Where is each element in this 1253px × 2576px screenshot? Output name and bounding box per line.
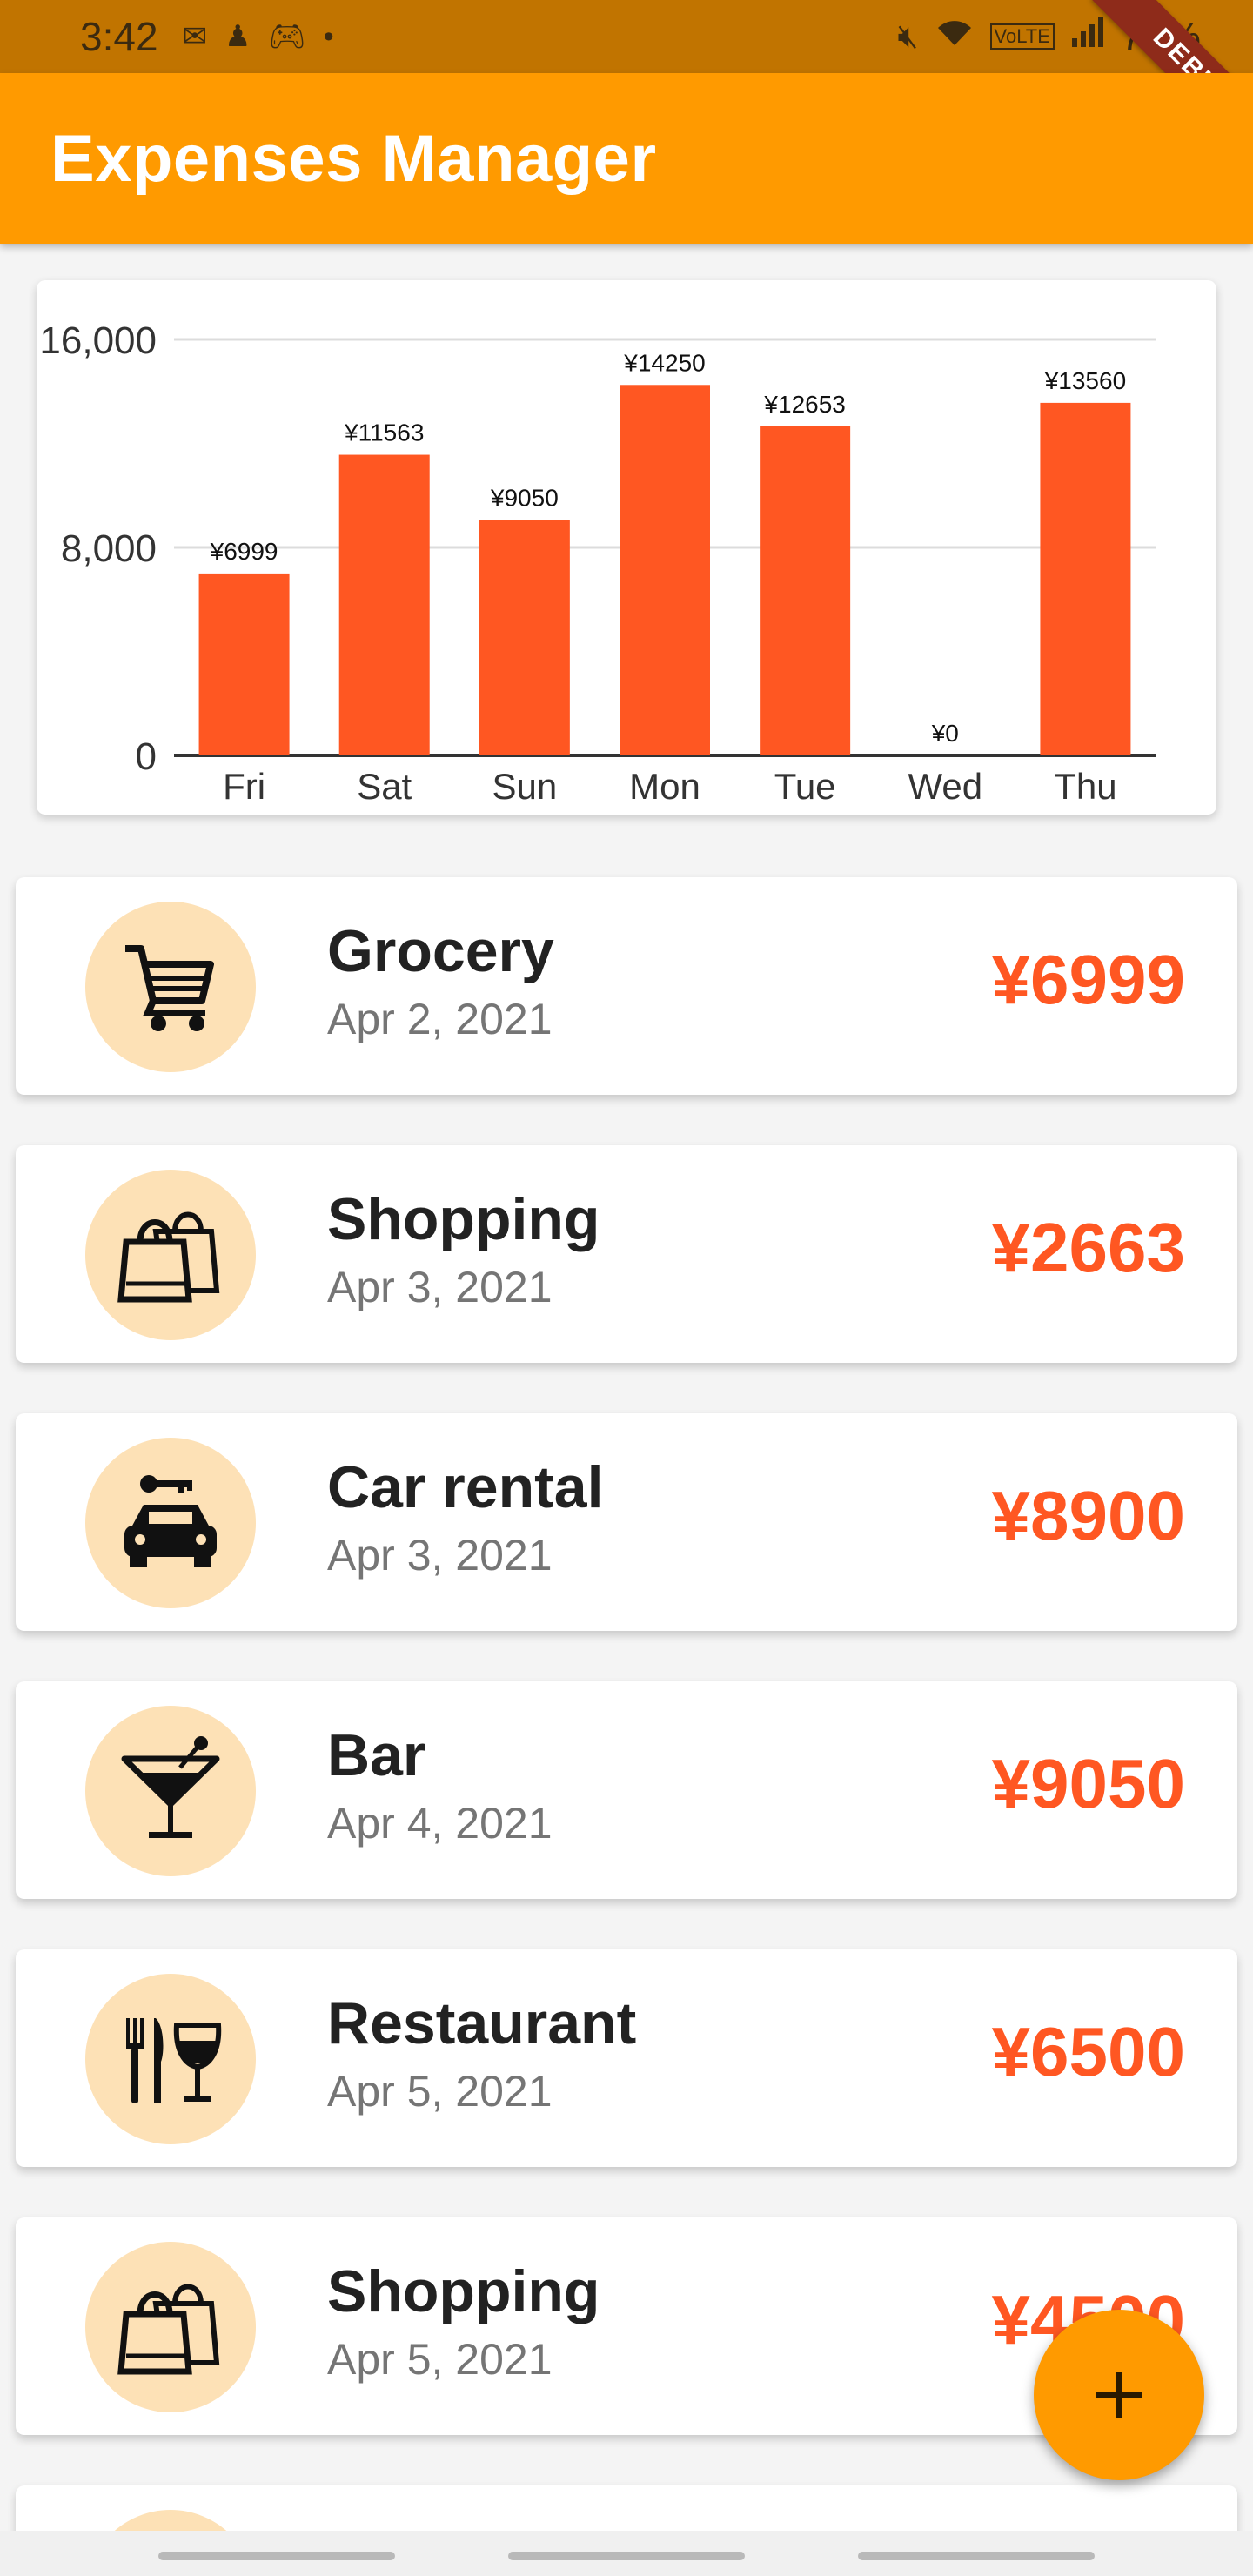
app-notification-icon: ♟ [224, 20, 251, 53]
expense-amount: ¥2663 [991, 1209, 1185, 1286]
bar-fri [198, 573, 290, 755]
nav-recents-button[interactable] [158, 2552, 395, 2560]
bar-data-label: ¥12653 [763, 391, 845, 418]
expense-date: Apr 2, 2021 [327, 995, 553, 1043]
expense-card[interactable]: Restaurant Apr 5, 2021 ¥6500 [16, 1949, 1237, 2167]
expense-title: Bar [327, 1722, 426, 1788]
app-bar: Expenses Manager [0, 73, 1253, 244]
bar-data-label: ¥13560 [1044, 367, 1126, 394]
x-tick-label: Sat [357, 766, 412, 807]
bar-tue [760, 426, 851, 755]
app-title: Expenses Manager [50, 121, 657, 196]
expense-date: Apr 5, 2021 [327, 2067, 553, 2116]
expense-title: Restaurant [327, 1990, 637, 2056]
signal-icon [1070, 16, 1105, 57]
expense-date: Apr 3, 2021 [327, 1263, 553, 1311]
x-tick-label: Sun [492, 766, 557, 807]
bar-data-label: ¥9050 [490, 485, 559, 512]
expense-category-avatar [85, 1170, 256, 1340]
game-notification-icon: 🎮︎ [268, 20, 306, 53]
system-navigation-bar [0, 2531, 1253, 2576]
expense-amount: ¥6500 [991, 2013, 1185, 2090]
expense-title: Car rental [327, 1454, 604, 1520]
more-notifications-icon: • [323, 19, 334, 53]
restaurant-icon [114, 2001, 227, 2118]
status-time: 3:42 [80, 14, 158, 59]
x-tick-label: Mon [629, 766, 700, 807]
bar-sun [479, 520, 570, 755]
bar-thu [1040, 402, 1131, 755]
bar-chart: 0 8,000 16,000 ¥6999 Fri ¥11563 Sat ¥9050 Sun ¥14… [39, 319, 1156, 807]
status-bar: 3:42 ✉ ♟ 🎮︎ • 🔇︎ VoLTE 70% [0, 0, 1253, 73]
expense-amount: ¥6999 [991, 941, 1185, 1018]
expense-category-avatar [85, 1438, 256, 1608]
shopping-bags-icon [114, 2269, 227, 2386]
bar-sat [338, 454, 430, 755]
notification-icons: ✉ ♟ 🎮︎ • [183, 19, 334, 54]
expense-amount: ¥9050 [991, 1745, 1185, 1822]
bar-data-label: ¥0 [931, 720, 959, 747]
nav-back-button[interactable] [858, 2552, 1095, 2560]
bar-data-label: ¥14250 [623, 349, 705, 376]
y-tick-label: 16,000 [39, 319, 157, 362]
x-tick-label: Wed [908, 766, 982, 807]
expense-title: Shopping [327, 2258, 600, 2324]
expense-date: Apr 3, 2021 [327, 1531, 553, 1580]
add-expense-button[interactable] [1034, 2310, 1204, 2480]
expense-card[interactable]: Bar Apr 4, 2021 ¥9050 [16, 1681, 1237, 1899]
expense-title: Shopping [327, 1186, 600, 1252]
bar-mon [620, 385, 710, 755]
bar-data-label: ¥11563 [344, 419, 424, 446]
expense-date: Apr 5, 2021 [327, 2335, 553, 2384]
expense-date: Apr 4, 2021 [327, 1799, 553, 1848]
mail-notification-icon: ✉ [182, 20, 208, 53]
expense-title: Grocery [327, 918, 554, 984]
expense-card[interactable]: Shopping Apr 3, 2021 ¥2663 [16, 1145, 1237, 1363]
expense-card[interactable]: Grocery Apr 2, 2021 ¥6999 [16, 877, 1237, 1095]
cocktail-icon [114, 1733, 227, 1850]
expense-category-avatar [85, 902, 256, 1072]
x-tick-label: Tue [774, 766, 836, 807]
car-key-icon [114, 1465, 227, 1582]
bar-data-label: ¥6999 [210, 538, 278, 565]
nav-home-button[interactable] [508, 2552, 745, 2560]
y-tick-label: 0 [136, 735, 157, 778]
expense-amount: ¥8900 [991, 1477, 1185, 1554]
y-tick-label: 8,000 [61, 527, 157, 570]
wifi-icon [935, 16, 975, 57]
shopping-bags-icon [114, 1197, 227, 1314]
volte-icon: VoLTE [989, 23, 1055, 50]
mute-icon: 🔇︎ [897, 17, 919, 55]
x-tick-label: Thu [1054, 766, 1116, 807]
plus-icon [1096, 2372, 1142, 2418]
cart-icon [118, 933, 223, 1042]
weekly-expense-chart: 0 8,000 16,000 ¥6999 Fri ¥11563 Sat ¥9050 Sun ¥14… [37, 280, 1216, 815]
x-tick-label: Fri [223, 766, 265, 807]
expense-category-avatar [85, 1706, 256, 1876]
expense-category-avatar [85, 2242, 256, 2412]
expense-card[interactable]: Car rental Apr 3, 2021 ¥8900 [16, 1413, 1237, 1631]
expense-category-avatar [85, 1974, 256, 2144]
